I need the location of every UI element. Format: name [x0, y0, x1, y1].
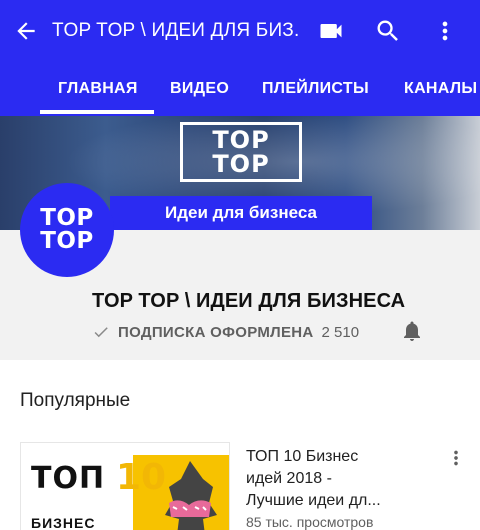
tab-indicator [40, 110, 154, 114]
video-camera-icon [320, 24, 342, 38]
back-arrow-icon [17, 22, 35, 40]
checkmark-icon [94, 327, 108, 338]
video-title-line: Лучшие идеи дл... [246, 492, 381, 509]
thumbnail-number: 10 [116, 457, 167, 498]
bell-icon [404, 321, 420, 341]
more-vert-icon [442, 21, 448, 41]
tab-playlists[interactable]: ПЛЕЙЛИСТЫ [262, 62, 369, 116]
banner-tagline: Идеи для бизнеса [110, 196, 372, 230]
page-title: TOP TOP \ ИДЕИ ДЛЯ БИЗ... [52, 20, 298, 41]
camera-button[interactable] [309, 0, 353, 62]
avatar-line1: TOP [40, 205, 94, 231]
tab-channels[interactable]: КАНАЛЫ [404, 62, 477, 116]
subscribe-label: ПОДПИСКА ОФОРМЛЕНА [118, 323, 314, 341]
video-title[interactable]: ТОП 10 Бизнес идей 2018 - Лучшие идеи дл… [246, 446, 430, 512]
more-options-button[interactable] [423, 0, 467, 62]
video-title-line: ТОП 10 Бизнес [246, 448, 359, 465]
more-vert-icon [454, 450, 458, 466]
video-options-button[interactable] [444, 444, 468, 472]
banner-logo: TOP TOP [180, 122, 302, 182]
subscriber-count: 2 510 [321, 323, 360, 341]
tab-home[interactable]: ГЛАВНАЯ [58, 62, 138, 116]
notification-bell-button[interactable] [400, 318, 424, 344]
subscribe-button[interactable]: ПОДПИСКА ОФОРМЛЕНА 2 510 [92, 318, 359, 346]
avatar-line2: TOP [40, 228, 94, 254]
avatar[interactable]: TOP TOP [20, 183, 114, 277]
channel-tabs: ГЛАВНАЯ ВИДЕО ПЛЕЙЛИСТЫ КАНАЛЫ [0, 62, 480, 116]
thumbnail-business-text: БИЗНЕС [31, 515, 96, 530]
channel-name: TOP TOP \ ИДЕИ ДЛЯ БИЗНЕСА [92, 290, 406, 312]
app-bar: TOP TOP \ ИДЕИ ДЛЯ БИЗ... ГЛАВНАЯ ВИДЕО … [0, 0, 480, 116]
video-thumbnail[interactable]: ТОП 10 БИЗНЕС [20, 442, 230, 530]
list-item[interactable]: ТОП 10 БИЗНЕС ТОП 10 Бизнес идей 2018 - … [0, 440, 480, 530]
banner-logo-line2: TOP [212, 150, 270, 178]
search-icon [377, 20, 398, 41]
search-button[interactable] [366, 0, 410, 62]
video-title-line: идей 2018 - [246, 470, 332, 487]
toolbar: TOP TOP \ ИДЕИ ДЛЯ БИЗ... [0, 0, 480, 62]
tab-videos[interactable]: ВИДЕО [170, 62, 229, 116]
video-views: 85 тыс. просмотров [246, 514, 374, 530]
back-button[interactable] [0, 0, 52, 62]
banner-logo-line1: TOP [212, 126, 270, 154]
section-title: Популярные [20, 390, 131, 411]
thumbnail-top-text: ТОП [31, 461, 106, 496]
